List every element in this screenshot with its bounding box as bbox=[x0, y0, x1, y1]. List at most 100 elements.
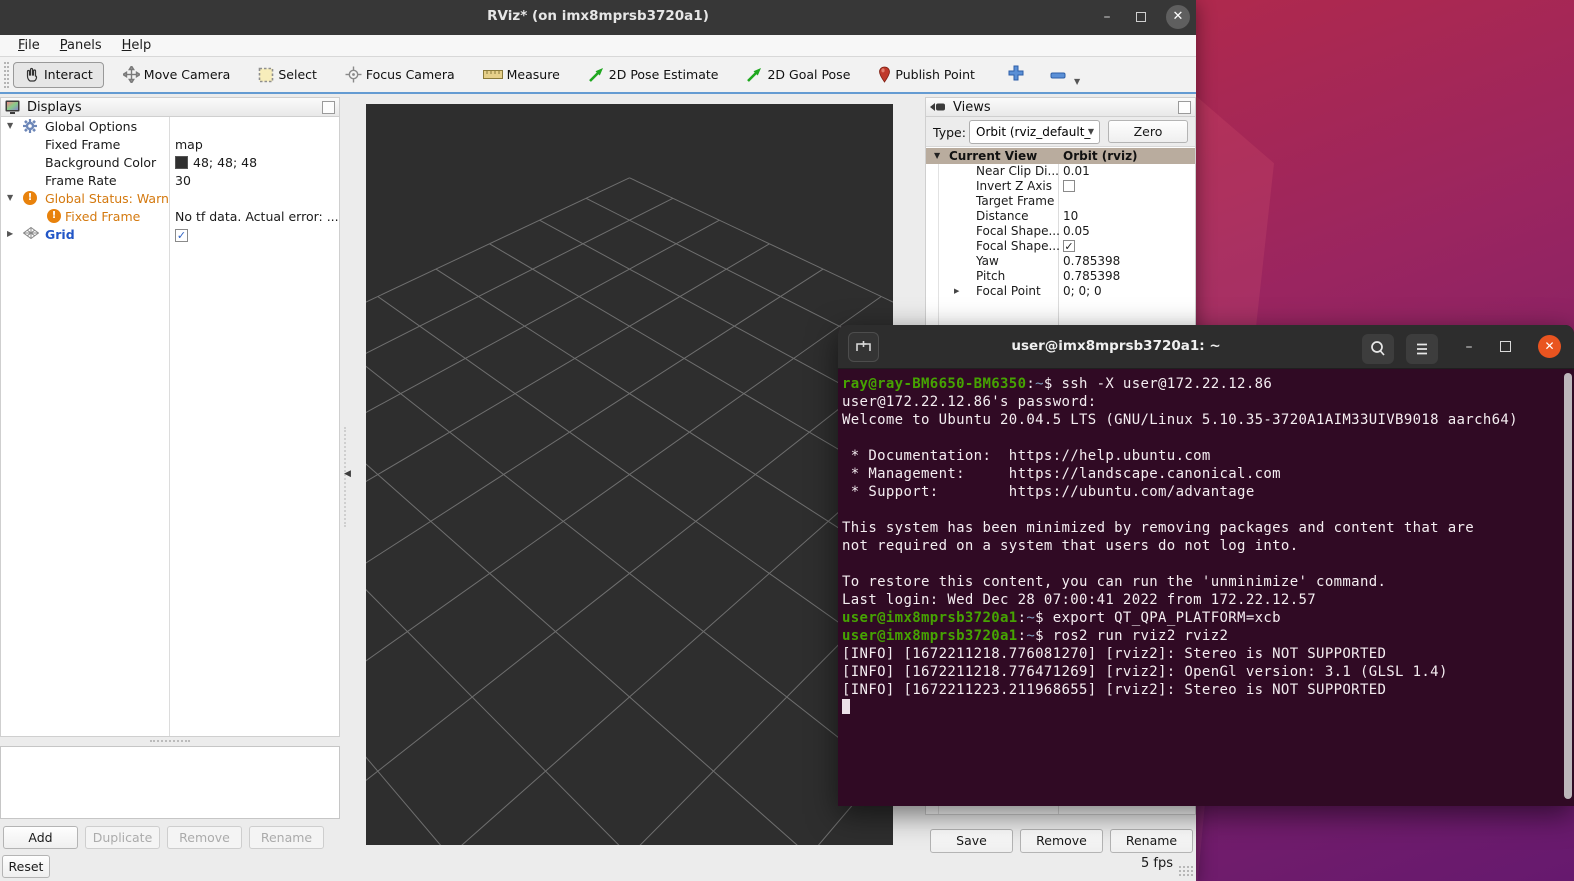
view-prop-pitch[interactable]: Pitch0.785398 bbox=[926, 269, 1195, 284]
prop-checkbox[interactable] bbox=[1063, 180, 1075, 192]
menu-panels[interactable]: Panels bbox=[50, 38, 112, 53]
display-row-global-options[interactable]: ▼Global Options bbox=[1, 117, 339, 135]
tool-measure[interactable]: Measure bbox=[474, 63, 569, 86]
terminal-line bbox=[842, 699, 1560, 717]
green-arrow-icon bbox=[588, 66, 605, 83]
row-label: Background Color bbox=[45, 155, 156, 170]
menu-bar: FilePanelsHelp bbox=[0, 35, 1196, 57]
tool-interact[interactable]: Interact bbox=[13, 62, 104, 88]
tool-label: Publish Point bbox=[895, 67, 975, 82]
tool-publish-point[interactable]: Publish Point bbox=[869, 62, 984, 87]
views-panel-header[interactable]: Views bbox=[925, 97, 1196, 117]
terminal-close-button[interactable]: ✕ bbox=[1538, 335, 1561, 358]
expander-down-icon[interactable]: ▼ bbox=[7, 121, 13, 130]
current-view-header[interactable]: ▼ Current View Orbit (rviz) bbox=[926, 148, 1195, 164]
tool-label: 2D Goal Pose bbox=[767, 67, 850, 82]
expander-down-icon[interactable]: ▼ bbox=[7, 193, 13, 202]
add-tool-button[interactable] bbox=[1008, 65, 1024, 84]
panel-float-button[interactable] bbox=[1178, 101, 1191, 114]
display-row-grid[interactable]: ▶ Grid ✓ bbox=[1, 225, 339, 243]
prop-label: Pitch bbox=[976, 269, 1005, 283]
view-prop-focal-shape-[interactable]: Focal Shape...✓ bbox=[926, 239, 1195, 254]
warning-icon: ! bbox=[23, 191, 37, 205]
terminal-minimize-button[interactable]: – bbox=[1458, 327, 1480, 367]
terminal-title: user@imx8mprsb3720a1: ~ bbox=[898, 338, 1334, 354]
displays-tree[interactable]: ▼Global OptionsFixed FramemapBackground … bbox=[0, 117, 340, 737]
green-arrow-icon bbox=[746, 66, 763, 83]
tool-label: Move Camera bbox=[144, 67, 231, 82]
close-button[interactable]: ✕ bbox=[1166, 5, 1190, 29]
hand-icon bbox=[24, 67, 40, 83]
row-value: 30 bbox=[175, 173, 191, 188]
view-prop-distance[interactable]: Distance10 bbox=[926, 209, 1195, 224]
expander-right-icon[interactable]: ▶ bbox=[7, 229, 13, 238]
row-value: No tf data. Actual error: ... bbox=[175, 209, 339, 224]
reset-button[interactable]: Reset bbox=[2, 855, 50, 878]
add-display-button[interactable]: Add bbox=[3, 826, 78, 849]
menu-hamburger-button[interactable] bbox=[1406, 334, 1438, 364]
menu-file[interactable]: File bbox=[8, 38, 50, 53]
rename-view-button[interactable]: Rename bbox=[1110, 829, 1193, 853]
view-prop-focal-point[interactable]: ▶Focal Point0; 0; 0 bbox=[926, 284, 1195, 299]
terminal-titlebar[interactable]: user@imx8mprsb3720a1: ~ – ✕ bbox=[838, 325, 1574, 369]
expander-right-icon[interactable]: ▶ bbox=[954, 287, 959, 295]
row-label: Fixed Frame bbox=[45, 137, 120, 152]
terminal-output[interactable]: ray@ray-BM6650-BM6350:~$ ssh -X user@172… bbox=[838, 369, 1574, 806]
tool-label: Measure bbox=[507, 67, 560, 82]
view-prop-invert-z-axis[interactable]: Invert Z Axis bbox=[926, 179, 1195, 194]
zero-button[interactable]: Zero bbox=[1108, 120, 1188, 143]
displays-panel-header[interactable]: Displays bbox=[0, 97, 340, 117]
row-checkbox[interactable]: ✓ bbox=[175, 229, 188, 242]
expander-down-icon[interactable]: ▼ bbox=[934, 151, 940, 160]
terminal-line: To restore this content, you can run the… bbox=[842, 573, 1560, 591]
panel-float-button[interactable] bbox=[322, 101, 335, 114]
display-row-fixed-frame[interactable]: Fixed Framemap bbox=[1, 135, 339, 153]
terminal-line: * Support: https://ubuntu.com/advantage bbox=[842, 483, 1560, 501]
toolbar-drag-handle[interactable] bbox=[4, 62, 9, 88]
prop-checkbox[interactable]: ✓ bbox=[1063, 240, 1075, 252]
tool-2d-goal-pose[interactable]: 2D Goal Pose bbox=[737, 62, 859, 87]
view-prop-yaw[interactable]: Yaw0.785398 bbox=[926, 254, 1195, 269]
tool-2d-pose-estimate[interactable]: 2D Pose Estimate bbox=[579, 62, 728, 87]
display-row-background-color[interactable]: Background Color48; 48; 48 bbox=[1, 153, 339, 171]
prop-label: Near Clip Di... bbox=[976, 164, 1059, 178]
view-type-dropdown[interactable]: Orbit (rviz_default_ ▼ bbox=[969, 120, 1100, 144]
new-tab-button[interactable] bbox=[848, 332, 879, 362]
row-label: Frame Rate bbox=[45, 173, 117, 188]
terminal-line: user@172.22.12.86's password: bbox=[842, 393, 1560, 411]
rviz-titlebar[interactable]: RViz* (on imx8mprsb3720a1) – ✕ bbox=[0, 0, 1196, 35]
tool-move-camera[interactable]: Move Camera bbox=[114, 62, 240, 87]
save-view-button[interactable]: Save bbox=[930, 829, 1013, 853]
search-button[interactable] bbox=[1362, 334, 1394, 364]
collapse-panel-arrow-icon[interactable]: ◀ bbox=[344, 465, 362, 483]
view-prop-target-frame[interactable]: Target Frame bbox=[926, 194, 1195, 209]
view-prop-focal-shape-[interactable]: Focal Shape...0.05 bbox=[926, 224, 1195, 239]
menu-help[interactable]: Help bbox=[112, 38, 162, 53]
prop-value: 0; 0; 0 bbox=[1063, 284, 1102, 298]
row-label: Grid bbox=[45, 227, 75, 242]
resize-grip[interactable] bbox=[1178, 865, 1193, 878]
3d-viewport[interactable] bbox=[366, 104, 893, 845]
minimize-button[interactable]: – bbox=[1090, 0, 1124, 35]
plus-icon bbox=[1008, 69, 1024, 84]
display-row-fixed-frame[interactable]: !Fixed FrameNo tf data. Actual error: ..… bbox=[1, 207, 339, 225]
terminal-scrollbar[interactable] bbox=[1564, 373, 1572, 799]
tool-select[interactable]: Select bbox=[249, 63, 326, 87]
remove-tool-button[interactable] bbox=[1050, 67, 1066, 82]
row-label: Fixed Frame bbox=[65, 209, 140, 224]
terminal-line: Welcome to Ubuntu 20.04.5 LTS (GNU/Linux… bbox=[842, 411, 1560, 429]
display-row-global-status-warn[interactable]: ▼!Global Status: Warn bbox=[1, 189, 339, 207]
tool-focus-camera[interactable]: Focus Camera bbox=[336, 62, 464, 87]
chevron-down-icon[interactable]: ▼ bbox=[1074, 77, 1080, 86]
toolbar: Interact Move Camera Select Focus Camera Mea… bbox=[0, 57, 1196, 94]
view-prop-near-clip-di-[interactable]: Near Clip Di...0.01 bbox=[926, 164, 1195, 179]
terminal-maximize-button[interactable] bbox=[1500, 341, 1511, 352]
remove-view-button[interactable]: Remove bbox=[1020, 829, 1103, 853]
current-view-value: Orbit (rviz) bbox=[1063, 149, 1138, 163]
displays-panel: Displays ▼Global OptionsFixed FramemapBa… bbox=[0, 97, 340, 737]
minus-icon bbox=[1050, 67, 1066, 82]
splitter-handle[interactable] bbox=[150, 740, 190, 744]
maximize-button[interactable] bbox=[1124, 0, 1158, 35]
tool-label: Select bbox=[278, 67, 317, 82]
display-row-frame-rate[interactable]: Frame Rate 30 bbox=[1, 171, 339, 189]
